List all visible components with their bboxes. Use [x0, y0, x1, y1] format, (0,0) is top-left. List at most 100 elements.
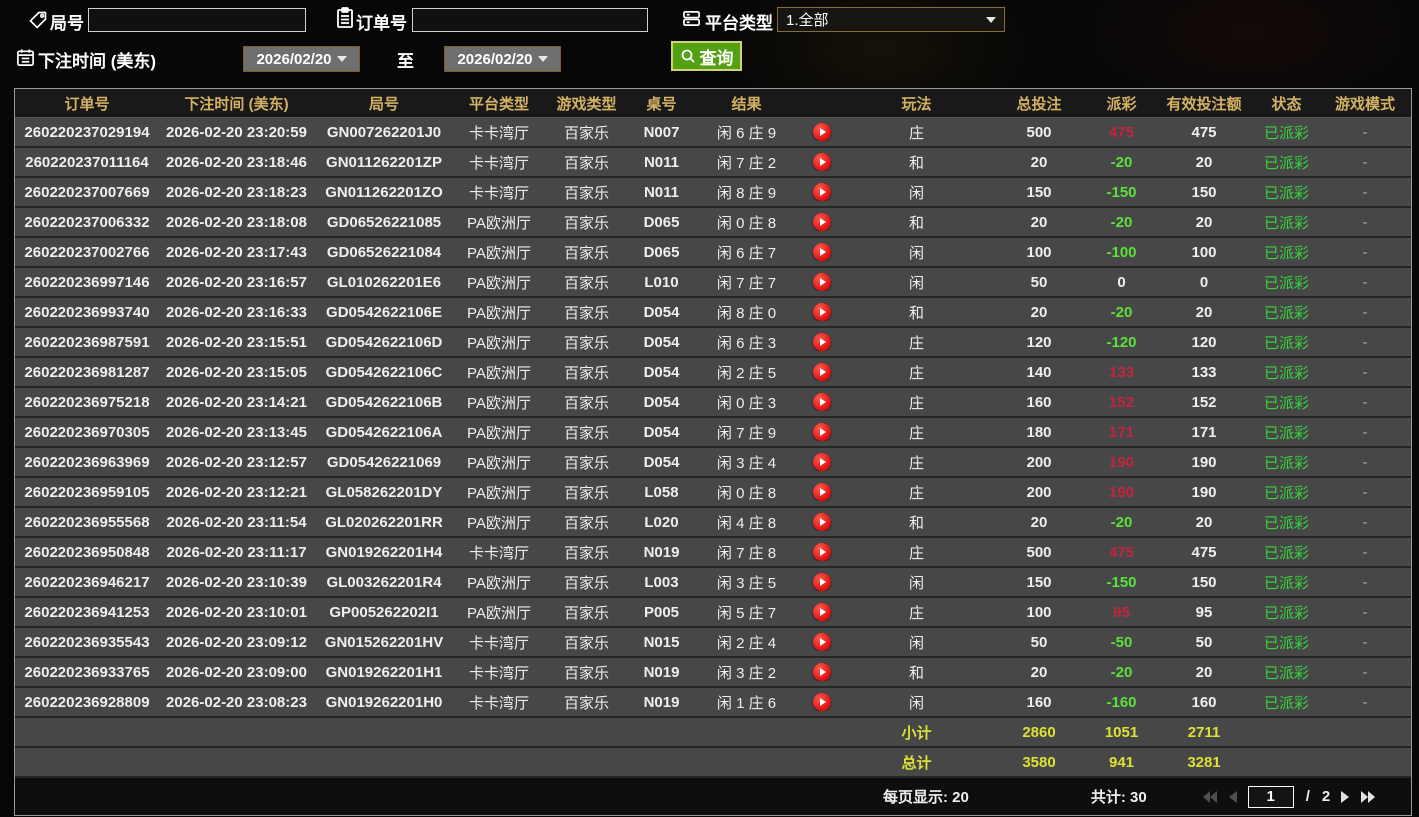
platform-type-label: 平台类型 — [705, 14, 773, 33]
round-no-cell: GD05426221069 — [326, 453, 442, 471]
status-cell: 已派彩 — [1263, 544, 1309, 562]
previous-page-icon[interactable] — [1228, 790, 1238, 803]
date-to-value: 2026/02/20 — [457, 50, 533, 68]
replay-play-button[interactable] — [812, 243, 831, 261]
total-bet-cell: 200 — [1026, 483, 1052, 501]
table-no-cell: N019 — [643, 693, 680, 711]
status-cell: 已派彩 — [1263, 424, 1309, 442]
result-cell: 闲 7 庄 7 — [716, 274, 777, 292]
table-row: 260220236941253 2026-02-20 23:10:01 GP00… — [15, 598, 1411, 628]
replay-play-button[interactable] — [812, 423, 831, 441]
date-to-select[interactable]: 2026/02/20 — [444, 46, 561, 72]
status-cell: 已派彩 — [1263, 214, 1309, 232]
replay-cell — [799, 393, 844, 411]
game-type-cell: 百家乐 — [563, 424, 609, 442]
platform-cell: 卡卡湾厅 — [468, 154, 529, 172]
date-from-value: 2026/02/20 — [256, 50, 332, 68]
game-mode-cell: - — [1362, 543, 1368, 561]
replay-play-button[interactable] — [812, 543, 831, 561]
page-input[interactable] — [1247, 785, 1294, 808]
bet-time-cell: 2026-02-20 23:10:39 — [166, 573, 307, 591]
replay-play-button[interactable] — [812, 333, 831, 351]
order-no-input[interactable] — [412, 8, 648, 32]
game-mode-cell: - — [1362, 663, 1368, 681]
replay-play-button[interactable] — [812, 663, 831, 681]
game-mode-cell: - — [1362, 213, 1368, 231]
table-row: 260220237006332 2026-02-20 23:18:08 GD06… — [15, 208, 1411, 238]
play-icon — [819, 428, 826, 436]
platform-type-select[interactable]: 1.全部 — [777, 7, 1005, 32]
date-from-select[interactable]: 2026/02/20 — [243, 46, 360, 72]
round-no-cell: GD06526221085 — [326, 213, 442, 231]
game-mode-cell: - — [1362, 393, 1368, 411]
replay-play-button[interactable] — [812, 213, 831, 231]
total-pages: 2 — [1321, 788, 1331, 805]
status-cell: 已派彩 — [1263, 394, 1309, 412]
replay-play-button[interactable] — [812, 513, 831, 531]
replay-play-button[interactable] — [812, 633, 831, 651]
replay-play-button[interactable] — [812, 123, 831, 141]
order-no-cell: 260220236955568 — [24, 513, 150, 531]
order-no-cell: 260220236933765 — [24, 663, 150, 681]
replay-play-button[interactable] — [812, 273, 831, 291]
order-no-cell: 260220237006332 — [24, 213, 150, 231]
payout-cell: -20 — [1110, 213, 1133, 231]
first-page-icon[interactable] — [1202, 790, 1218, 803]
replay-play-button[interactable] — [812, 603, 831, 621]
play-type-cell: 闲 — [908, 184, 924, 202]
calendar-icon — [16, 48, 35, 67]
valid-bet-cell: 150 — [1191, 573, 1217, 591]
game-mode-cell: - — [1362, 123, 1368, 141]
table-no-cell: D054 — [643, 453, 680, 471]
replay-cell — [799, 693, 844, 711]
table-row: 260220236963969 2026-02-20 23:12:57 GD05… — [15, 448, 1411, 478]
round-no-cell: GD06526221084 — [326, 243, 442, 261]
total-bet-cell: 20 — [1030, 153, 1048, 171]
search-button-label: 查询 — [699, 48, 734, 68]
status-cell: 已派彩 — [1263, 454, 1309, 472]
payout-cell: -100 — [1106, 243, 1137, 261]
valid-bet-cell: 152 — [1191, 393, 1217, 411]
replay-play-button[interactable] — [812, 363, 831, 381]
valid-bet-cell: 190 — [1191, 483, 1217, 501]
replay-play-button[interactable] — [812, 303, 831, 321]
round-no-input[interactable] — [88, 8, 306, 32]
round-no-cell: GN019262201H0 — [325, 693, 443, 711]
platform-cell: PA欧洲厅 — [467, 514, 531, 532]
status-cell: 已派彩 — [1263, 664, 1309, 682]
next-page-icon[interactable] — [1340, 790, 1350, 803]
replay-cell — [799, 663, 844, 681]
replay-play-button[interactable] — [812, 153, 831, 171]
platform-cell: PA欧洲厅 — [467, 244, 531, 262]
play-type-cell: 闲 — [908, 574, 924, 592]
search-button[interactable]: 查询 — [671, 41, 742, 71]
replay-play-button[interactable] — [812, 483, 831, 501]
valid-bet-cell: 475 — [1191, 543, 1217, 561]
replay-play-button[interactable] — [812, 453, 831, 471]
game-type-cell: 百家乐 — [563, 184, 609, 202]
replay-play-button[interactable] — [812, 393, 831, 411]
game-type-cell: 百家乐 — [563, 634, 609, 652]
last-page-icon[interactable] — [1360, 790, 1376, 803]
valid-bet-cell: 150 — [1191, 183, 1217, 201]
table-no-cell: N019 — [643, 543, 680, 561]
orders-table: 订单号 下注时间 (美东) 局号 平台类型 游戏类型 桌号 结果 玩法 总投注 派彩 有效投注额 状态… — [14, 88, 1412, 816]
round-no-cell: GN011262201ZP — [326, 153, 442, 171]
platform-cell: PA欧洲厅 — [467, 604, 531, 622]
order-no-cell: 260220236963969 — [24, 453, 150, 471]
replay-cell — [799, 423, 844, 441]
subtotal-label: 小计 — [901, 724, 932, 742]
table-no-cell: D054 — [643, 393, 680, 411]
play-type-cell: 和 — [908, 664, 924, 682]
replay-play-button[interactable] — [812, 693, 831, 711]
replay-cell — [799, 603, 844, 621]
replay-play-button[interactable] — [812, 573, 831, 591]
replay-play-button[interactable] — [812, 183, 831, 201]
valid-bet-cell: 475 — [1191, 123, 1217, 141]
payout-cell: 171 — [1108, 423, 1135, 441]
round-no-cell: GP005262202I1 — [329, 603, 439, 621]
bet-time-cell: 2026-02-20 23:16:33 — [166, 303, 307, 321]
status-cell: 已派彩 — [1263, 634, 1309, 652]
clipboard-icon — [336, 7, 354, 29]
platform-cell: PA欧洲厅 — [467, 424, 531, 442]
